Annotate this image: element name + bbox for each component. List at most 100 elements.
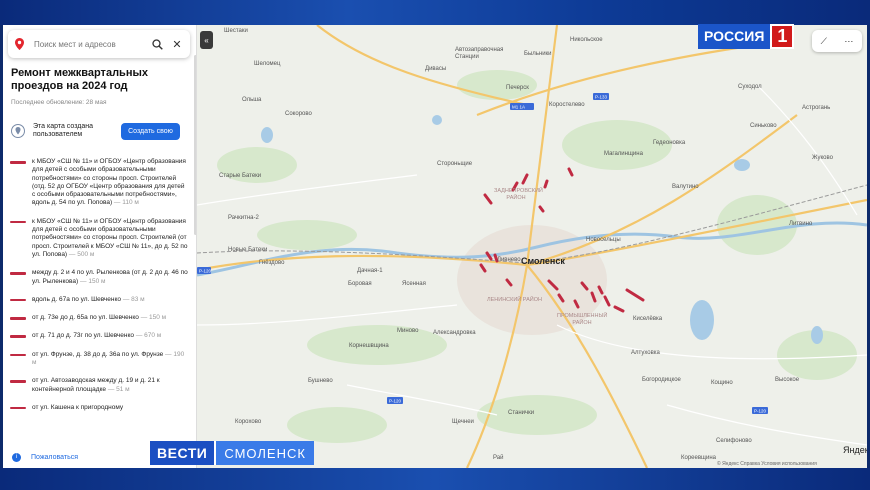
- list-item[interactable]: между д. 2 и 4 по ул. Рыленкова (от д. 2…: [8, 269, 188, 286]
- route-text: к МБОУ «СШ № 11» и ОГБОУ «Центр образова…: [32, 217, 188, 258]
- city-label: Смоленск: [521, 256, 565, 266]
- map-copyright[interactable]: © Яндекс Справка Условия использования: [717, 461, 817, 467]
- search-box[interactable]: ✕: [8, 30, 190, 58]
- map-label: Александровка: [433, 330, 476, 336]
- map-canvas[interactable]: М1 1А Р-133 Р-120 Р-120 Р-120 Шестаки Ше…: [197, 25, 867, 468]
- map-label: Астрогань: [802, 105, 831, 111]
- route-line-icon: [10, 353, 26, 357]
- map-label: Стороньщие: [437, 161, 473, 167]
- map-label: Боровая: [348, 281, 372, 287]
- map-label: Суходол: [738, 84, 762, 90]
- tv-frame-bottom: [0, 468, 870, 490]
- route-text: от ул. Автозаводская между д. 19 и д. 21…: [32, 377, 160, 393]
- list-item[interactable]: от д. 71 до д. 73г по ул. Шевченко — 670…: [8, 332, 188, 340]
- route-line-icon: [10, 161, 26, 164]
- map-label: Станички: [508, 410, 535, 416]
- svg-text:Р-120: Р-120: [754, 409, 767, 414]
- map-label: Сокорово: [285, 111, 312, 117]
- ruler-icon[interactable]: ⟋: [821, 36, 827, 47]
- map-label: Корнешвщина: [349, 343, 389, 349]
- map-label: Ольша: [242, 97, 262, 103]
- map-label: Гедеоновка: [653, 140, 686, 146]
- map-label: Селифоново: [716, 438, 752, 444]
- location-pin-icon: [15, 30, 29, 58]
- route-length: — 150 м: [80, 277, 106, 285]
- map-label: Дачная-1: [357, 268, 383, 274]
- more-icon[interactable]: ⋯: [844, 36, 853, 47]
- map-label: Ясенная: [402, 281, 426, 287]
- program-region: СМОЛЕНСК: [214, 441, 314, 465]
- collapse-panel-button[interactable]: «: [200, 31, 213, 49]
- route-line-icon: [10, 317, 26, 320]
- map-label: Бушнево: [308, 378, 333, 384]
- page-title: Ремонт межквартальных проездов на 2024 г…: [11, 67, 148, 92]
- map-label: Быльники: [524, 51, 552, 57]
- create-own-map-button[interactable]: Создать свою: [121, 122, 180, 140]
- map-label: Щечнеи: [452, 419, 474, 425]
- creator-text: Эта карта создана пользователем: [33, 122, 93, 139]
- last-updated: Последнее обновление: 28 мая: [11, 99, 107, 106]
- info-icon: i: [12, 452, 21, 462]
- route-length: — 670 м: [135, 332, 162, 340]
- route-line-icon: [10, 380, 26, 383]
- channel-name: РОССИЯ: [698, 24, 771, 49]
- route-length: — 110 м: [113, 199, 139, 207]
- sidebar-panel: ✕ Ремонт межквартальных проездов на 2024…: [3, 25, 197, 468]
- search-icon[interactable]: [147, 34, 167, 54]
- route-line-icon: [10, 220, 26, 224]
- map-label: Миново: [397, 328, 419, 334]
- list-item[interactable]: от ул. Кашена к пригородному: [8, 404, 188, 412]
- sidebar-scrollbar[interactable]: [194, 55, 196, 235]
- route-line-icon: [10, 406, 26, 410]
- svg-text:Р-120: Р-120: [199, 269, 212, 274]
- channel-number: 1: [770, 24, 795, 49]
- complain-link[interactable]: Пожаловаться: [31, 454, 78, 461]
- map-label: Шестаки: [224, 28, 248, 34]
- channel-logo: РОССИЯ 1: [698, 24, 806, 49]
- route-line-icon: [10, 298, 26, 302]
- map-label: Киселёвка: [633, 316, 663, 322]
- list-item[interactable]: вдоль д. 67а по ул. Шевченко — 83 м: [8, 296, 188, 304]
- route-length: — 83 м: [122, 295, 145, 303]
- district-label: Заднепровский район: [494, 188, 543, 201]
- list-item[interactable]: от ул. Автозаводская между д. 19 и д. 21…: [8, 377, 188, 394]
- map-label: Шеломец: [254, 61, 281, 67]
- list-item[interactable]: от д. 73е до д. 65а по ул. Шевченко — 15…: [8, 314, 188, 322]
- close-icon[interactable]: ✕: [167, 34, 187, 54]
- route-text: от ул. Фрунзе, д. 38 до д. 36а по ул. Фр…: [32, 350, 164, 358]
- map-label: Рачкитна-2: [228, 215, 259, 221]
- list-item[interactable]: от ул. Фрунзе, д. 38 до д. 36а по ул. Фр…: [8, 351, 188, 368]
- route-text: к МБОУ «СШ № 11» и ОГБОУ «Центр образова…: [32, 158, 186, 207]
- list-item[interactable]: к МБОУ «СШ № 11» и ОГБОУ «Центр образова…: [8, 158, 188, 208]
- route-text: вдоль д. 67а по ул. Шевченко: [32, 295, 121, 303]
- creator-info: Эта карта создана пользователем Создать …: [11, 120, 189, 142]
- route-text: между д. 2 и 4 по ул. Рыленкова (от д. 2…: [32, 269, 188, 285]
- map-location-icon: [11, 124, 25, 138]
- route-line-icon: [10, 335, 26, 338]
- route-line-icon: [10, 272, 26, 275]
- svg-text:Р-133: Р-133: [595, 95, 608, 100]
- search-input[interactable]: [29, 39, 147, 49]
- map-label: Печерск: [506, 85, 529, 91]
- route-list: к МБОУ «СШ № 11» и ОГБОУ «Центр образова…: [8, 158, 188, 422]
- list-item[interactable]: к МБОУ «СШ № 11» и ОГБОУ «Центр образова…: [8, 218, 188, 259]
- map-label: Новые Батеки: [228, 247, 268, 253]
- map-label: Высокое: [775, 377, 800, 383]
- route-text: от ул. Кашена к пригородному: [32, 403, 124, 411]
- program-name: ВЕСТИ: [150, 441, 215, 465]
- district-label: Ленинский район: [487, 297, 542, 303]
- map-label: Литвино: [789, 221, 813, 227]
- route-text: от д. 71 до д. 73г по ул. Шевченко: [32, 332, 135, 340]
- map-label: Гнёздово: [259, 260, 285, 266]
- route-length: — 51 м: [107, 385, 130, 393]
- route-text: от д. 73е до д. 65а по ул. Шевченко: [32, 314, 139, 322]
- map-label: Автозаправочная Станции: [455, 47, 504, 60]
- map-label: Богородицкое: [642, 377, 681, 383]
- map-label: Новосельцы: [586, 237, 621, 243]
- route-length: — 150 м: [140, 314, 167, 322]
- map-label: Дивасы: [425, 66, 447, 72]
- map-label: Кореевщина: [681, 455, 716, 461]
- map-label: Никольское: [570, 37, 603, 43]
- route-length: — 500 м: [68, 250, 95, 258]
- svg-text:Р-120: Р-120: [389, 399, 402, 404]
